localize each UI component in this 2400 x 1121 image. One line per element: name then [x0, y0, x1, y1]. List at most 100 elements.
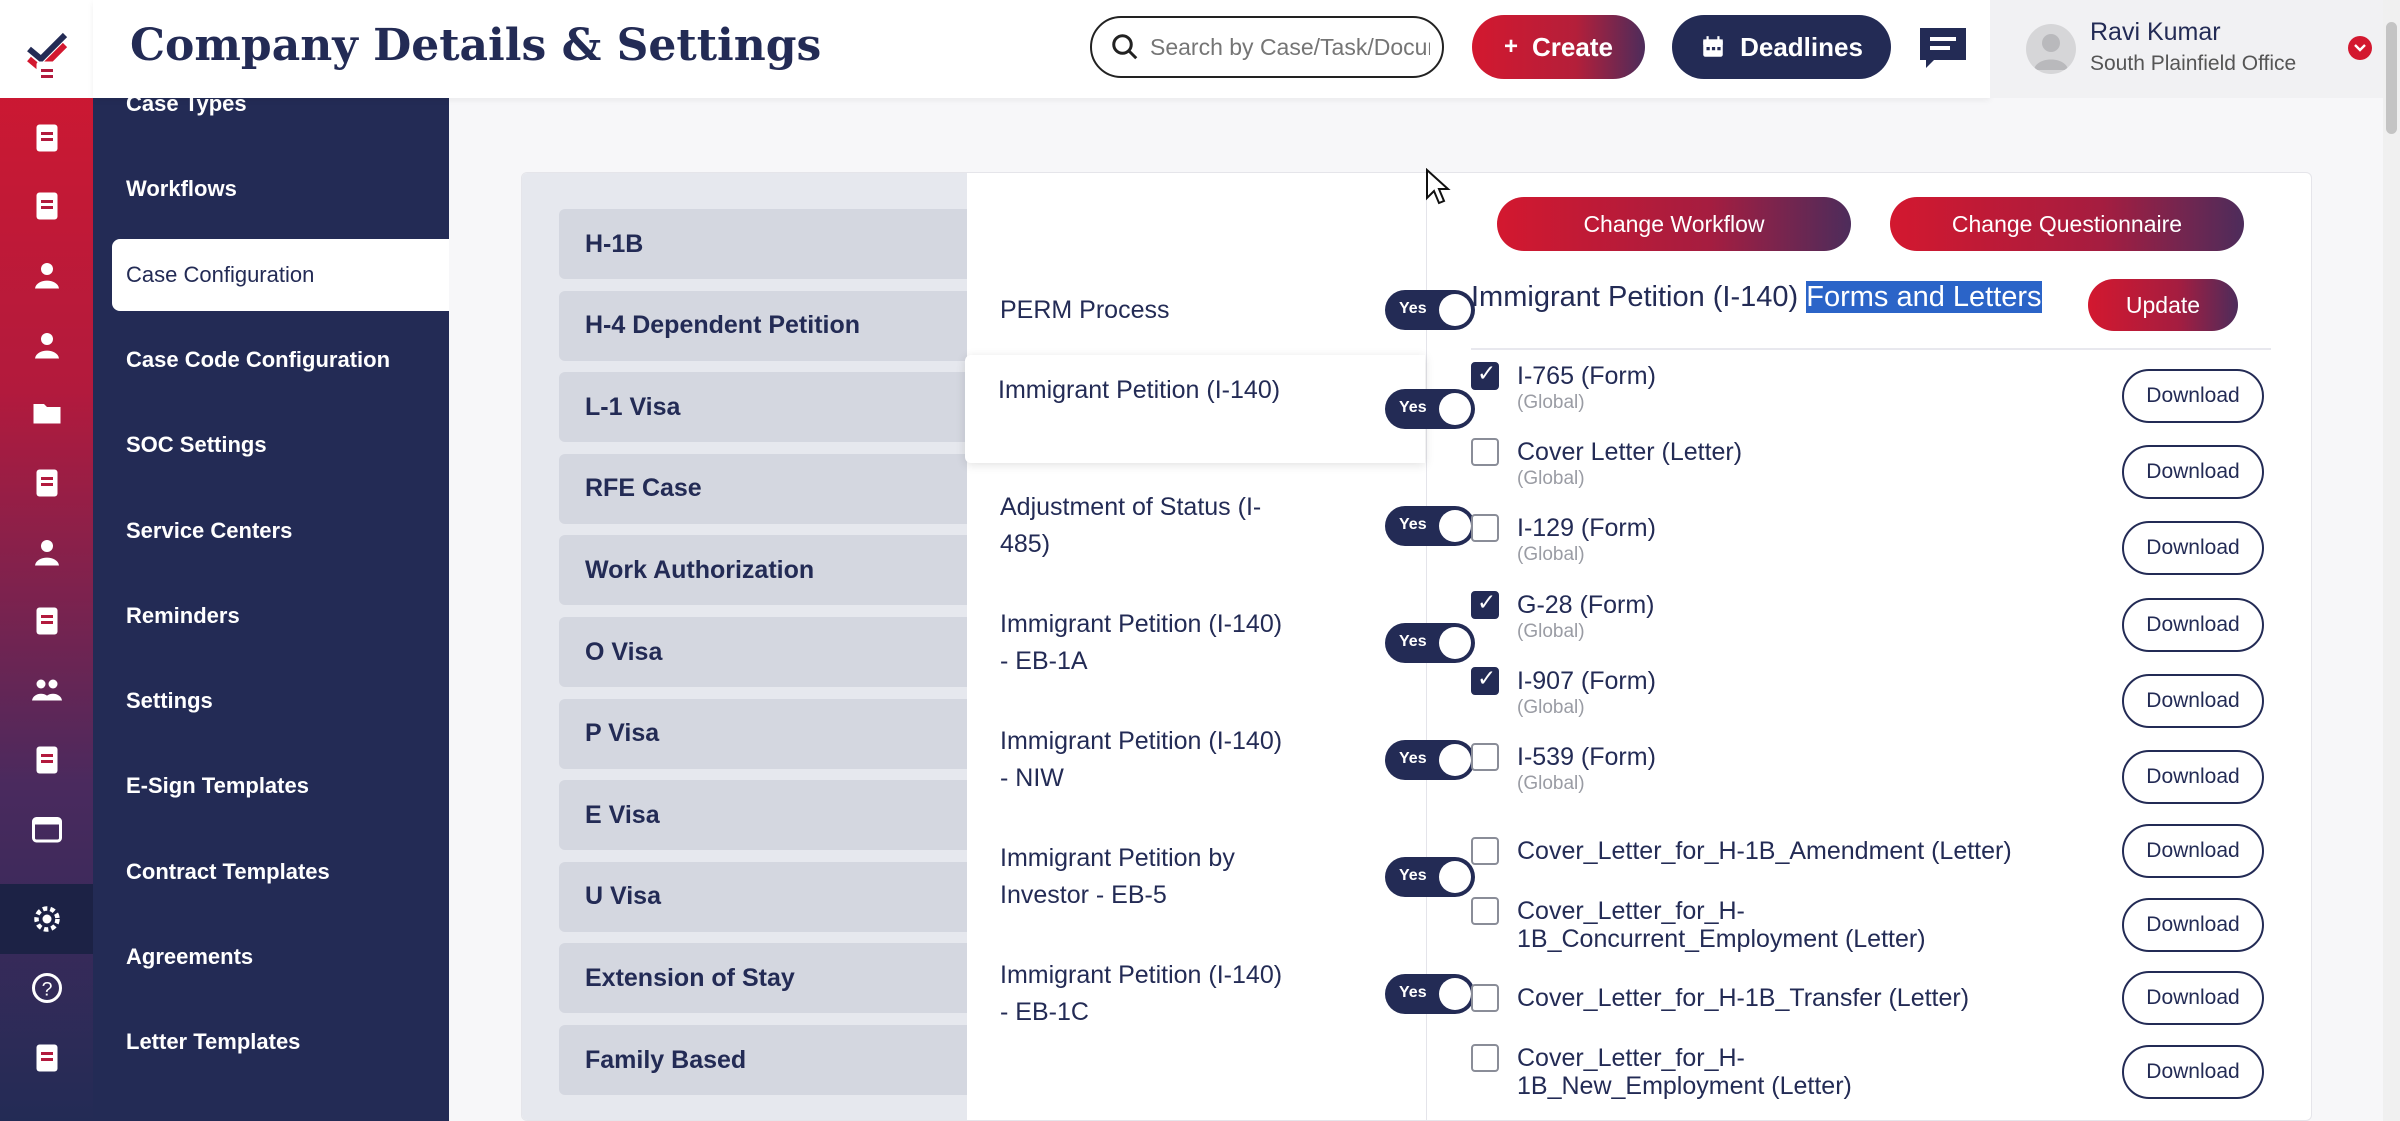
- case-type-item[interactable]: Work Authorization: [559, 535, 967, 606]
- sidebar-item-e-sign-templates[interactable]: E-Sign Templates: [93, 750, 449, 822]
- create-button[interactable]: + Create: [1472, 15, 1645, 79]
- sidebar-item-soc-settings[interactable]: SOC Settings: [93, 409, 449, 481]
- sidebar-item-case-configuration[interactable]: Case Configuration: [112, 238, 449, 311]
- sidebar-item-case-code-configuration[interactable]: Case Code Configuration: [93, 324, 449, 396]
- form-scope: (Global): [1517, 544, 1585, 565]
- form-checkbox[interactable]: [1471, 1044, 1499, 1072]
- case-type-item[interactable]: Family Based: [559, 1025, 967, 1095]
- case-type-item[interactable]: U Visa: [559, 861, 967, 932]
- panel-title-process: Immigrant Petition (I-140): [1471, 281, 1799, 313]
- sidebar-item-workflows[interactable]: Workflows: [93, 153, 449, 225]
- case-type-item[interactable]: P Visa: [559, 698, 967, 769]
- form-name: Cover_Letter_for_H-1B_New_Employment (Le…: [1517, 1044, 1852, 1100]
- process-row[interactable]: Immigrant Petition (I-140) - EB-1C Yes: [967, 940, 1475, 1048]
- case-type-item[interactable]: RFE Case: [559, 453, 967, 524]
- sidebar-item-agreements[interactable]: Agreements: [93, 921, 449, 993]
- download-button[interactable]: Download: [2122, 898, 2264, 952]
- rail-item-folder[interactable]: [0, 378, 93, 448]
- change-workflow-button[interactable]: Change Workflow: [1497, 197, 1851, 251]
- sidebar-item-service-centers[interactable]: Service Centers: [93, 495, 449, 567]
- toggle-state-label: Yes: [1399, 750, 1427, 767]
- form-checkbox[interactable]: [1471, 438, 1499, 466]
- process-list: PERM Process Yes Immigrant Petition (I-140…: [965, 173, 1475, 1120]
- form-checkbox[interactable]: [1471, 361, 1499, 390]
- form-checkbox[interactable]: [1471, 897, 1499, 925]
- process-row[interactable]: Immigrant Petition (I-140) Yes: [965, 355, 1475, 463]
- toggle-state-label: Yes: [1399, 399, 1427, 416]
- form-row: I-539 (Form) (Global) Download: [1471, 742, 2271, 812]
- form-checkbox[interactable]: [1471, 743, 1499, 771]
- chevron-down-icon[interactable]: [2348, 36, 2372, 60]
- person-icon: [34, 333, 59, 359]
- download-button[interactable]: Download: [2122, 598, 2264, 652]
- sidebar-item-reminders[interactable]: Reminders: [93, 580, 449, 652]
- chat-button[interactable]: [1915, 24, 1971, 72]
- download-button[interactable]: Download: [2122, 1045, 2264, 1099]
- rail-item-edit-document[interactable]: [0, 725, 93, 795]
- support-agent-icon: [34, 540, 59, 566]
- note-icon: [36, 469, 57, 497]
- rail-item-document-settings[interactable]: [0, 103, 93, 173]
- process-label: Immigrant Petition (I-140): [998, 376, 1281, 404]
- rail-item-note[interactable]: [0, 448, 93, 518]
- rail-item-team-settings[interactable]: [0, 655, 93, 725]
- case-type-item[interactable]: L-1 Visa: [559, 372, 967, 443]
- case-type-item[interactable]: H-4 Dependent Petition: [559, 290, 967, 361]
- rail-item-edit[interactable]: [0, 40, 93, 110]
- download-button[interactable]: Download: [2122, 674, 2264, 728]
- download-button[interactable]: Download: [2122, 445, 2264, 499]
- form-name: I-907 (Form): [1517, 667, 1656, 695]
- sidebar-item-contract-templates[interactable]: Contract Templates: [93, 836, 449, 908]
- plus-icon: +: [1504, 33, 1519, 60]
- scrollbar-thumb[interactable]: [2386, 22, 2397, 134]
- process-label: PERM Process: [1000, 295, 1170, 324]
- form-row: Cover_Letter_for_H-1B_Amendment (Letter)…: [1471, 816, 2271, 886]
- case-type-item[interactable]: H-1B: [559, 209, 967, 279]
- rail-item-clipboard[interactable]: [0, 171, 93, 241]
- update-button[interactable]: Update: [2088, 279, 2238, 331]
- form-checkbox[interactable]: [1471, 984, 1499, 1012]
- form-checkbox[interactable]: [1471, 590, 1499, 619]
- toggle-state-label: Yes: [1399, 300, 1427, 317]
- sidebar-item-settings[interactable]: Settings: [93, 665, 449, 737]
- user-menu[interactable]: Ravi Kumar South Plainfield Office: [1990, 0, 2383, 98]
- sidebar-item-letter-templates[interactable]: Letter Templates: [93, 1006, 449, 1078]
- process-row[interactable]: Immigrant Petition (I-140) - NIW Yes: [967, 706, 1475, 814]
- form-checkbox[interactable]: [1471, 666, 1499, 695]
- user-icon: [34, 263, 59, 289]
- page-scrollbar[interactable]: [2383, 0, 2400, 1121]
- search-input[interactable]: [1150, 33, 1430, 61]
- rail-item-user[interactable]: [0, 240, 93, 310]
- download-button[interactable]: Download: [2122, 521, 2264, 575]
- process-row[interactable]: Immigrant Petition (I-140) - EB-1A Yes: [967, 589, 1475, 697]
- rail-item-support-agent[interactable]: [0, 517, 93, 587]
- edit-document-icon: [36, 746, 57, 774]
- case-type-item[interactable]: Extension of Stay: [559, 943, 967, 1014]
- case-type-item[interactable]: E Visa: [559, 780, 967, 851]
- download-button[interactable]: Download: [2122, 369, 2264, 423]
- form-name: Cover_Letter_for_H-1B_Amendment (Letter): [1517, 837, 2012, 865]
- rail-item-person[interactable]: [0, 310, 93, 380]
- process-row[interactable]: PERM Process Yes: [967, 276, 1475, 344]
- download-button[interactable]: Download: [2122, 824, 2264, 878]
- search-box[interactable]: [1090, 16, 1444, 78]
- rail-item-help[interactable]: ?: [0, 953, 93, 1023]
- svg-text:?: ?: [41, 979, 52, 1001]
- rail-item-ledger[interactable]: [0, 586, 93, 656]
- process-label: Adjustment of Status (I-485): [1000, 493, 1262, 558]
- change-questionnaire-button[interactable]: Change Questionnaire: [1890, 197, 2244, 251]
- deadlines-button[interactable]: Deadlines: [1672, 15, 1891, 79]
- process-row[interactable]: Immigrant Petition by Investor - EB-5 Yes: [967, 823, 1475, 931]
- mouse-cursor-icon: [1426, 168, 1451, 205]
- rail-item-calendar-settings[interactable]: [0, 794, 93, 864]
- rail-item-gear[interactable]: [0, 884, 93, 954]
- form-name: Cover_Letter_for_H-1B_Concurrent_Employm…: [1517, 897, 1926, 953]
- form-checkbox[interactable]: [1471, 837, 1499, 865]
- case-type-item[interactable]: O Visa: [559, 617, 967, 687]
- download-button[interactable]: Download: [2122, 971, 2264, 1025]
- form-checkbox[interactable]: [1471, 514, 1499, 542]
- download-button[interactable]: Download: [2122, 750, 2264, 804]
- folder-icon: [33, 404, 60, 424]
- rail-item-contacts-book[interactable]: [0, 1023, 93, 1093]
- process-row[interactable]: Adjustment of Status (I-485) Yes: [967, 472, 1475, 580]
